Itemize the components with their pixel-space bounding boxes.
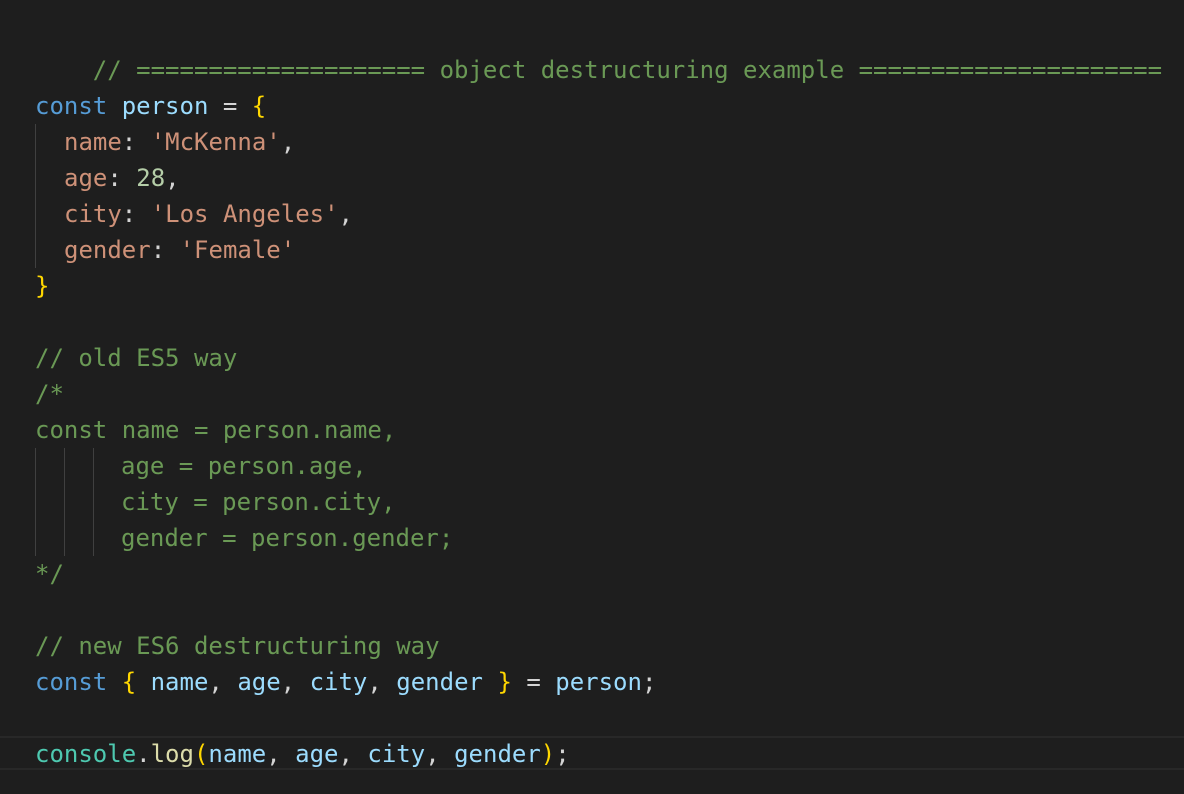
semicolon: ; — [641, 668, 657, 696]
code-line-16[interactable]: */ — [35, 556, 64, 592]
dot: . — [136, 740, 151, 768]
colon: : — [121, 128, 151, 156]
identifier-gender: gender — [396, 668, 483, 696]
indent-guide — [35, 124, 36, 268]
property-name: name — [64, 128, 122, 156]
brace-close: } — [35, 272, 50, 300]
comment-age: age = person.age, — [121, 452, 367, 480]
method-log: log — [150, 740, 194, 768]
separator: , — [425, 740, 455, 768]
comma: , — [280, 128, 296, 156]
code-line-14[interactable]: city = person.city, — [121, 484, 396, 520]
code-line-7[interactable]: gender: 'Female' — [64, 232, 295, 268]
code-line-1[interactable]: // ==================== object destructu… — [35, 16, 1162, 84]
block-comment-open: /* — [35, 380, 64, 408]
separator: , — [280, 668, 310, 696]
code-line-10[interactable]: // old ES5 way — [35, 340, 237, 376]
identifier-name: name — [150, 668, 209, 696]
brace-open: { — [251, 92, 267, 120]
block-comment-close: */ — [35, 560, 64, 588]
colon: : — [121, 200, 151, 228]
identifier-city: city — [309, 668, 368, 696]
property-age: age — [64, 164, 108, 192]
code-line-8[interactable]: } — [35, 268, 49, 304]
code-line-11[interactable]: /* — [35, 376, 64, 412]
code-line-4[interactable]: name: 'McKenna', — [64, 124, 295, 160]
indent-guide — [64, 448, 65, 556]
separator: , — [338, 740, 368, 768]
separator: , — [367, 668, 397, 696]
identifier-person: person — [555, 668, 642, 696]
separator: , — [266, 740, 296, 768]
property-gender: gender — [64, 236, 151, 264]
comment-new-es6: // new ES6 destructuring way — [35, 632, 440, 660]
code-line-5[interactable]: age: 28, — [64, 160, 180, 196]
comma: , — [165, 164, 180, 192]
arg-city: city — [367, 740, 426, 768]
arg-name: name — [208, 740, 267, 768]
keyword-const: const — [35, 92, 108, 120]
code-line-6[interactable]: city: 'Los Angeles', — [64, 196, 353, 232]
code-line-19[interactable]: const { name, age, city, gender } = pers… — [35, 664, 656, 700]
indent-guide — [93, 448, 94, 556]
comment-city: city = person.city, — [121, 488, 396, 516]
operator-assign: = — [511, 668, 556, 696]
brace-close: } — [497, 668, 512, 696]
identifier-age: age — [237, 668, 281, 696]
code-line-3[interactable]: const person = { — [35, 88, 266, 124]
indent-guide — [35, 448, 36, 556]
identifier-console: console — [35, 740, 137, 768]
code-editor[interactable]: // ==================== object destructu… — [0, 0, 1184, 794]
brace-open: { — [121, 668, 137, 696]
string-mckenna: 'McKenna' — [150, 128, 281, 156]
code-line-21[interactable]: console.log(name, age, city, gender); — [35, 736, 570, 772]
paren-open: ( — [193, 740, 209, 768]
identifier-person: person — [121, 92, 209, 120]
code-line-18[interactable]: // new ES6 destructuring way — [35, 628, 440, 664]
comment-gender: gender = person.gender; — [121, 524, 454, 552]
keyword-const: const — [35, 668, 108, 696]
arg-gender: gender — [454, 740, 541, 768]
comment-old-es5: // old ES5 way — [35, 344, 238, 372]
separator: , — [208, 668, 238, 696]
semicolon: ; — [555, 740, 570, 768]
code-line-13[interactable]: age = person.age, — [121, 448, 367, 484]
colon: : — [107, 164, 137, 192]
number-28: 28 — [136, 164, 166, 192]
comma: , — [338, 200, 353, 228]
comment-header: // ==================== object destructu… — [92, 56, 1163, 84]
code-line-12[interactable]: const name = person.name, — [35, 412, 396, 448]
paren-close: ) — [540, 740, 556, 768]
property-city: city — [64, 200, 122, 228]
comment-const-name: const name = person.name, — [35, 416, 397, 444]
operator-assign: = — [208, 92, 252, 120]
string-los-angeles: 'Los Angeles' — [150, 200, 339, 228]
colon: : — [150, 236, 180, 264]
code-line-15[interactable]: gender = person.gender; — [121, 520, 453, 556]
string-female: 'Female' — [179, 236, 296, 264]
arg-age: age — [295, 740, 339, 768]
